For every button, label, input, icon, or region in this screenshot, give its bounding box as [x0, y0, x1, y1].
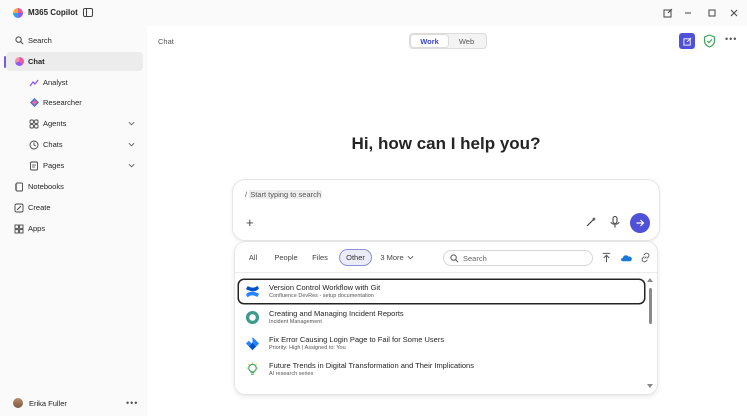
pages-icon: [29, 161, 39, 171]
result-subtitle: Incident Management: [269, 319, 322, 325]
avatar: [13, 398, 23, 408]
search-icon: [14, 36, 24, 46]
scroll-down-arrow[interactable]: [647, 384, 653, 388]
scroll-up-arrow[interactable]: [647, 278, 653, 282]
sidebar-item-apps[interactable]: Apps: [6, 219, 143, 238]
result-title: Future Trends in Digital Transformation …: [269, 361, 474, 370]
sidebar-item-label: Create: [28, 203, 51, 212]
composer-prompt-text: Start typing to search: [249, 190, 323, 199]
minimize-icon[interactable]: [681, 6, 695, 20]
result-item[interactable]: Fix Error Causing Login Page to Fail for…: [239, 332, 644, 355]
chevron-down-icon[interactable]: [128, 120, 135, 127]
chevron-down-icon[interactable]: [128, 162, 135, 169]
user-more-button[interactable]: •••: [126, 398, 138, 408]
incident-icon: [245, 310, 260, 325]
title-bar: M365 Copilot: [0, 0, 747, 26]
lightbulb-icon: [246, 362, 259, 375]
close-icon[interactable]: [727, 6, 741, 20]
web-toggle-button[interactable]: Web: [448, 35, 485, 47]
sidebar-item-label: Chats: [43, 140, 63, 149]
sidebar-item-chat[interactable]: Chat: [6, 52, 143, 71]
compose-icon: [682, 37, 691, 46]
result-item[interactable]: Version Control Workflow with Git Conflu…: [239, 280, 644, 303]
result-subtitle: Priority: High | Assigned to: You: [269, 345, 346, 351]
slash-command: /: [245, 190, 248, 199]
link-icon[interactable]: [640, 252, 651, 263]
more-options-button[interactable]: •••: [725, 34, 737, 44]
confluence-icon: [245, 285, 260, 298]
send-button[interactable]: [630, 213, 650, 233]
filter-more-label: 3 More: [380, 253, 404, 262]
scroll-thumb[interactable]: [648, 288, 652, 324]
result-title: Version Control Workflow with Git: [269, 283, 381, 292]
chevron-down-icon: [407, 255, 414, 260]
upload-icon[interactable]: [601, 252, 612, 263]
sidebar-item-create[interactable]: Create: [6, 198, 143, 217]
copilot-logo-icon: [13, 8, 23, 18]
composer[interactable]: / Start typing to search +: [233, 180, 659, 240]
composer-input[interactable]: / Start typing to search: [245, 190, 323, 199]
result-title: Creating and Managing Incident Reports: [269, 309, 404, 318]
sparkle-pen-icon[interactable]: [584, 215, 598, 229]
sidebar-item-researcher[interactable]: Researcher: [6, 93, 143, 112]
sidebar-item-agents[interactable]: Agents: [6, 114, 143, 133]
result-title: Fix Error Causing Login Page to Fail for…: [269, 335, 445, 344]
picker-search[interactable]: [443, 250, 593, 266]
sidebar-item-label: Notebooks: [28, 182, 64, 191]
researcher-icon: [29, 98, 39, 108]
user-profile[interactable]: Erika Fuller: [13, 398, 67, 408]
microphone-icon[interactable]: [608, 215, 622, 229]
greeting-heading: Hi, how can I help you?: [351, 134, 541, 153]
result-item[interactable]: Future Trends in Digital Transformation …: [239, 358, 644, 381]
context-picker: All People Files Other 3 More Version Co…: [235, 242, 657, 394]
new-chat-button[interactable]: [679, 33, 695, 49]
shield-icon[interactable]: [703, 34, 716, 48]
work-toggle-button[interactable]: Work: [411, 35, 448, 47]
sidebar-item-label: Agents: [43, 119, 67, 128]
sidebar-item-label: Chat: [28, 57, 45, 66]
breadcrumb: Chat: [158, 37, 174, 46]
sidebar-toggle-icon[interactable]: [83, 8, 93, 17]
sidebar-search[interactable]: Search: [6, 31, 143, 50]
sidebar-search-label: Search: [28, 36, 52, 45]
sidebar-item-analyst[interactable]: Analyst: [6, 73, 143, 92]
sidebar-item-label: Researcher: [43, 98, 82, 107]
filter-all[interactable]: All: [243, 250, 263, 265]
maximize-icon[interactable]: [705, 6, 719, 20]
sidebar-item-notebooks[interactable]: Notebooks: [6, 177, 143, 196]
search-icon: [450, 253, 459, 262]
chat-icon: [14, 57, 24, 67]
sidebar-item-label: Apps: [28, 224, 46, 233]
filter-files[interactable]: Files: [309, 250, 331, 265]
filter-people[interactable]: People: [271, 250, 301, 265]
result-subtitle: AI research series: [269, 371, 314, 377]
analyst-icon: [29, 78, 39, 88]
filter-other[interactable]: Other: [340, 250, 371, 265]
work-web-toggle: Work Web: [409, 33, 487, 49]
chats-icon: [29, 140, 39, 150]
main-panel: Chat Work Web ••• Hi, how can I help you…: [147, 26, 747, 416]
picker-divider: [235, 272, 657, 273]
app-title: M365 Copilot: [28, 8, 78, 17]
agents-icon: [29, 119, 39, 129]
onedrive-icon[interactable]: [620, 252, 633, 263]
sidebar-item-pages[interactable]: Pages: [6, 156, 143, 175]
filter-more-dropdown[interactable]: 3 More: [377, 250, 417, 265]
create-icon: [14, 203, 24, 213]
arrow-right-icon: [636, 219, 645, 227]
sidebar-item-label: Analyst: [43, 78, 68, 87]
chevron-down-icon[interactable]: [128, 141, 135, 148]
results-scrollbar[interactable]: [647, 278, 653, 388]
notebook-icon: [14, 182, 24, 192]
sidebar-item-chats[interactable]: Chats: [6, 135, 143, 154]
picker-search-input[interactable]: [463, 253, 583, 263]
jira-icon: [245, 336, 260, 351]
edit-icon[interactable]: [661, 6, 675, 20]
user-name: Erika Fuller: [29, 398, 67, 408]
add-attachment-button[interactable]: +: [246, 215, 254, 230]
result-item[interactable]: Creating and Managing Incident Reports I…: [239, 306, 644, 329]
apps-icon: [14, 224, 24, 234]
result-subtitle: Confluence DevRes - setup documentation: [269, 293, 374, 299]
sidebar-item-label: Pages: [43, 161, 65, 170]
